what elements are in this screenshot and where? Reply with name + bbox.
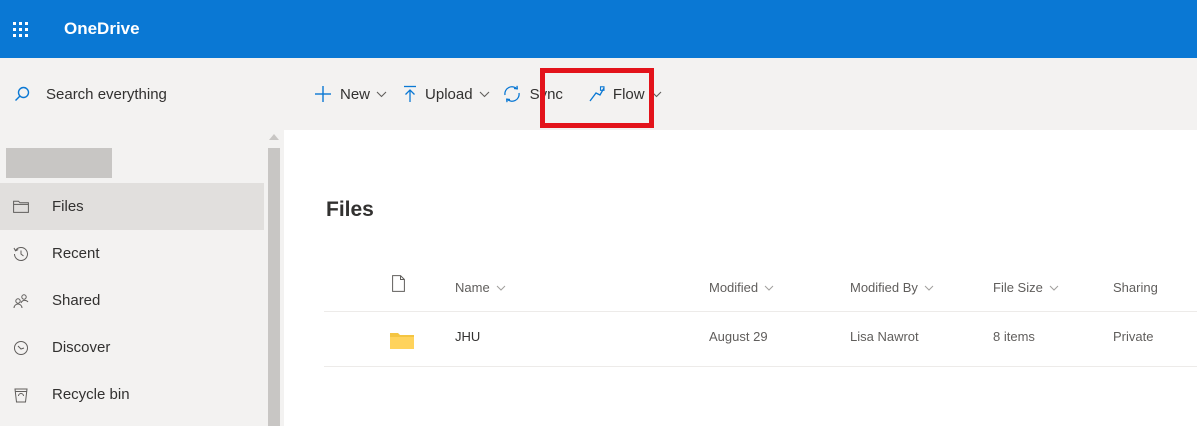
column-header-label: Sharing [1113,280,1158,295]
sidebar-scrollbar[interactable] [264,130,284,426]
file-modified-by: Lisa Nawrot [850,329,919,344]
file-modified: August 29 [709,329,768,344]
sidebar-item-discover[interactable]: Discover [0,324,264,371]
chevron-down-icon [1049,285,1059,291]
sidebar: Files Recent Shared Discover Recycle bin [0,130,264,426]
sync-highlight-box [540,68,654,128]
new-label: New [340,85,371,103]
upload-icon [403,85,417,103]
row-divider [324,366,1197,367]
column-header-file-size[interactable]: File Size [993,280,1059,295]
waffle-icon [12,21,28,37]
sidebar-item-files[interactable]: Files [0,183,264,230]
sidebar-item-label: Recycle bin [52,386,130,403]
column-header-label: Name [455,280,490,295]
new-button[interactable]: New [314,74,387,114]
search-icon [15,86,30,101]
sidebar-item-shared[interactable]: Shared [0,277,264,324]
chevron-down-icon [924,285,934,291]
sidebar-item-label: Files [52,198,84,215]
chevron-down-icon [479,91,490,98]
upload-button[interactable]: Upload [403,74,490,114]
main-content: Files Name Modified Modified By File Siz… [284,130,1197,426]
people-icon [12,292,30,310]
page-title: Files [326,198,374,221]
sidebar-item-recycle-bin[interactable]: Recycle bin [0,371,264,418]
app-title[interactable]: OneDrive [64,19,140,39]
column-header-modified-by[interactable]: Modified By [850,280,934,295]
app-launcher-button[interactable] [0,0,40,58]
file-size: 8 items [993,329,1035,344]
sync-icon [502,85,522,103]
file-name-link[interactable]: JHU [455,329,480,344]
search-box[interactable]: Search everything [0,58,268,130]
suite-header: OneDrive [0,0,1197,58]
sidebar-item-label: Discover [52,339,111,356]
chevron-down-icon [764,285,774,291]
column-header-sharing[interactable]: Sharing [1113,280,1158,295]
scrollbar-thumb[interactable] [268,148,280,426]
column-header-label: Modified [709,280,759,295]
sidebar-item-recent[interactable]: Recent [0,230,264,277]
file-sharing: Private [1113,329,1154,344]
trash-icon [12,386,30,404]
search-input[interactable]: Search everything [46,86,167,103]
header-divider [324,311,1197,312]
column-header-modified[interactable]: Modified [709,280,774,295]
document-icon [392,275,405,292]
plus-icon [314,85,332,103]
column-header-name[interactable]: Name [455,280,506,295]
folder-icon [390,333,414,349]
column-header-label: Modified By [850,280,918,295]
chevron-down-icon [376,91,387,98]
sidebar-item-label: Recent [52,245,100,262]
file-type-header[interactable] [392,275,405,292]
compass-icon [12,339,30,357]
chevron-down-icon [496,285,506,291]
folder-icon [12,198,30,216]
clock-icon [12,245,30,263]
upload-label: Upload [425,85,473,103]
sidebar-item-label: Shared [52,292,101,309]
scroll-up-arrow-icon[interactable] [269,134,279,140]
account-placeholder [6,148,112,178]
column-header-label: File Size [993,280,1043,295]
